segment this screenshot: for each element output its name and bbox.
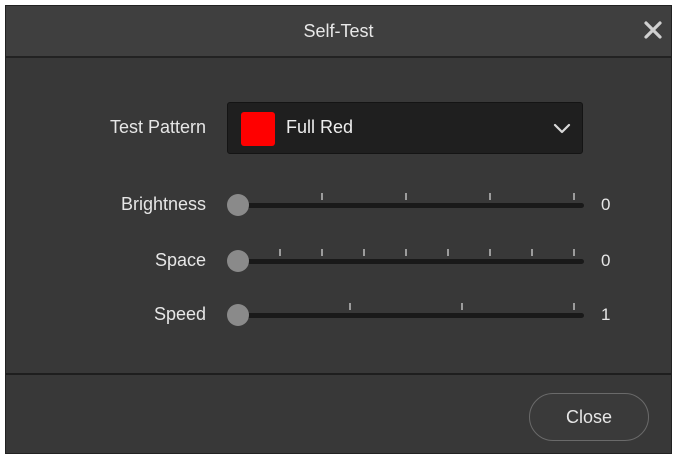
brightness-track [236,203,584,208]
brightness-slider-thumb[interactable] [227,194,249,216]
brightness-value: 0 [601,195,611,214]
test-pattern-select[interactable]: Full Red [227,102,583,154]
close-icon[interactable] [641,18,665,42]
test-pattern-value: Full Red [286,117,354,137]
space-track [236,259,584,264]
dialog-titlebar[interactable]: Self-Test [6,6,671,58]
test-pattern-label: Test Pattern [109,117,206,137]
space-ticks [279,249,575,256]
speed-slider[interactable] [227,302,584,328]
speed-ticks [349,303,575,310]
brightness-slider[interactable] [227,192,584,218]
footer-divider [6,373,671,375]
close-button[interactable]: Close [529,393,649,441]
space-value: 0 [601,251,611,270]
speed-label: Speed [153,304,206,324]
chevron-down-icon [553,123,571,134]
speed-value: 1 [601,305,611,324]
color-swatch [241,112,275,146]
space-slider-thumb[interactable] [227,250,249,272]
space-label: Space [154,250,206,270]
self-test-dialog: Self-Test Test Pattern Full Red Brightne… [5,5,672,454]
dialog-title: Self-Test [303,21,374,41]
space-slider[interactable] [227,248,584,274]
brightness-label: Brightness [120,194,206,214]
speed-slider-thumb[interactable] [227,304,249,326]
speed-track [236,313,584,318]
brightness-ticks [321,193,575,200]
